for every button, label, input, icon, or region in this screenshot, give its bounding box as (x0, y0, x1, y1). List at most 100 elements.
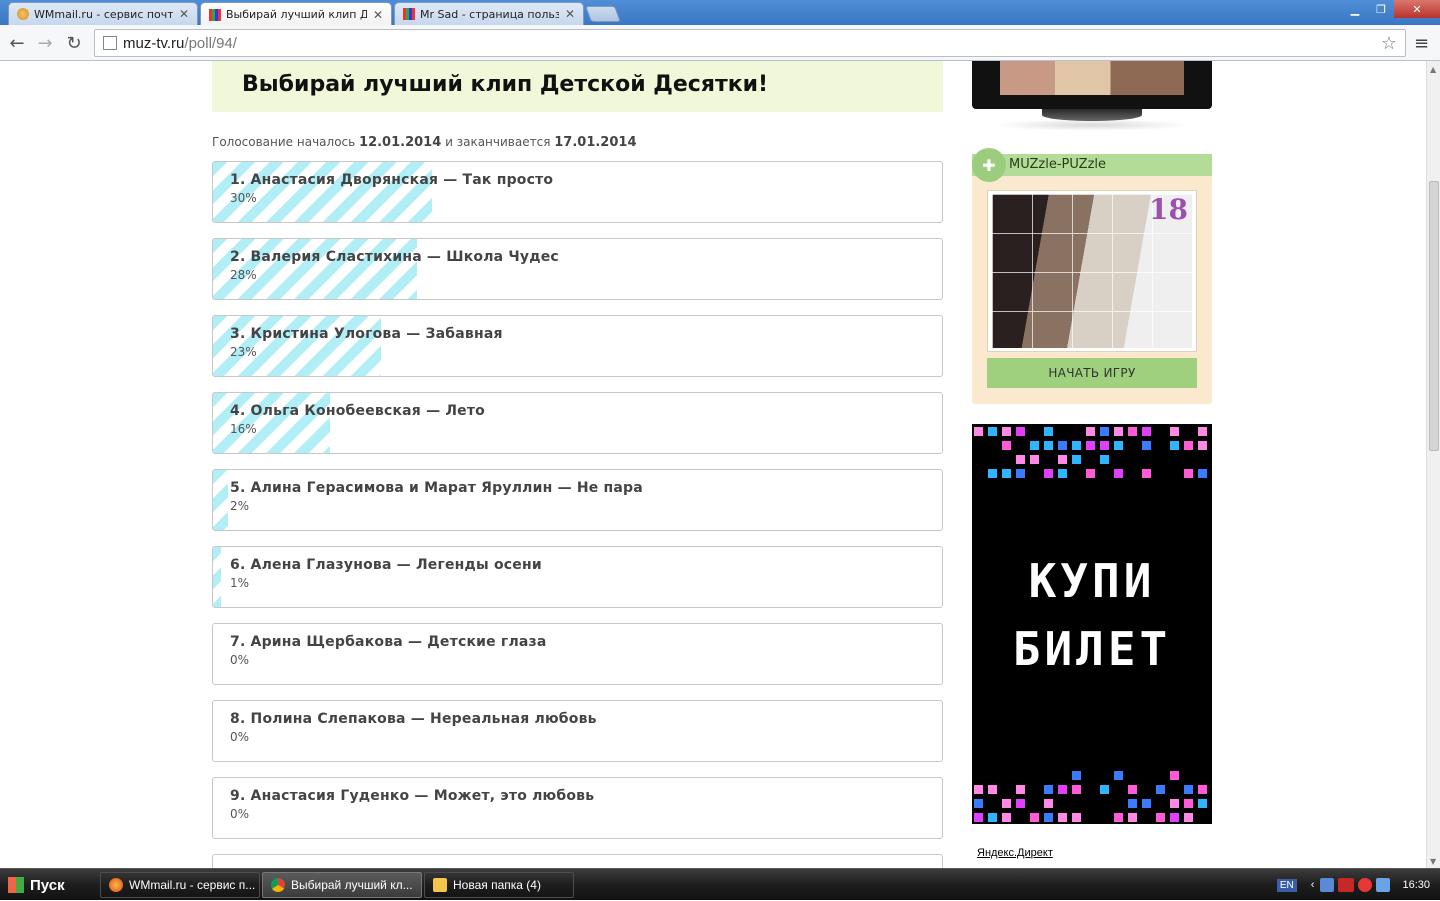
chrome-icon (271, 878, 285, 892)
back-icon[interactable]: ← (5, 31, 29, 55)
poll-option-partial[interactable] (212, 854, 943, 868)
option-percent: 28% (230, 268, 257, 282)
ad-pixel-dot (1198, 441, 1207, 450)
close-tab-icon[interactable]: ✕ (373, 8, 383, 22)
close-tab-icon[interactable]: ✕ (179, 7, 189, 21)
tab-poll[interactable]: Выбирай лучший клип Детс ✕ (200, 2, 392, 26)
ad-pixel-dot (1128, 785, 1137, 794)
ad-dots-bottom (974, 771, 1207, 822)
option-label: 5. Алина Герасимова и Марат Яруллин — Не… (230, 480, 643, 496)
vote-bar (213, 470, 228, 530)
ad-pixel-dot (1156, 813, 1165, 822)
puzzle-widget: ✚ MUZzle-PUZzle 18 НАЧАТЬ ИГРУ (972, 148, 1212, 404)
ad-pixel-dot (974, 785, 983, 794)
browser-toolbar: ← → ↻ muz-tv.ru/poll/94/ ☆ ≡ (0, 25, 1440, 61)
poll-option[interactable]: 3. Кристина Улогова — Забавная 23% (212, 315, 943, 377)
poll-option[interactable]: 8. Полина Слепакова — Нереальная любовь … (212, 700, 943, 762)
forward-icon[interactable]: → (33, 31, 57, 55)
tab-title: Mr Sad - страница пользов (420, 7, 559, 21)
poll-option[interactable]: 6. Алена Глазунова — Легенды осени 1% (212, 546, 943, 608)
minimize-icon[interactable]: ▁ (1342, 0, 1368, 18)
ad-pixel-dot (1114, 441, 1123, 450)
puzzle-piece-icon: ✚ (972, 148, 1006, 182)
close-window-icon[interactable]: ✕ (1394, 0, 1440, 18)
new-tab-button[interactable] (585, 6, 621, 22)
scroll-up-icon[interactable]: ▲ (1430, 65, 1436, 74)
taskbar-item-chrome[interactable]: Выбирай лучший кл... (262, 872, 422, 898)
ad-pixel-dot (1142, 427, 1151, 436)
ad-pixel-dot (1044, 785, 1053, 794)
firefox-icon (109, 878, 123, 892)
ad-pixel-dot (1128, 813, 1137, 822)
poll-option[interactable]: 2. Валерия Сластихина — Школа Чудес 28% (212, 238, 943, 300)
ad-pixel-dot (1142, 441, 1151, 450)
ad-pixel-dot (1072, 813, 1081, 822)
poll-option[interactable]: 4. Ольга Конобеевская — Лето 16% (212, 392, 943, 454)
reload-icon[interactable]: ↻ (62, 31, 86, 55)
network-icon[interactable] (1320, 878, 1335, 892)
option-percent: 0% (230, 730, 250, 744)
option-label: 2. Валерия Сластихина — Школа Чудес (230, 249, 559, 265)
ad-pixel-dot (1184, 441, 1193, 450)
ad-pixel-dot (1184, 799, 1193, 808)
poll-header: Выбирай лучший клип Детской Десятки! (212, 61, 943, 112)
ad-pixel-dot (1184, 469, 1193, 478)
close-tab-icon[interactable]: ✕ (565, 7, 575, 21)
ad-pixel-dot (1086, 469, 1095, 478)
tv-shadow (992, 119, 1192, 131)
poll-dates: Голосование началось 12.01.2014 и заканч… (212, 135, 637, 150)
option-label: 6. Алена Глазунова — Легенды осени (230, 557, 542, 573)
tab-mrsad[interactable]: Mr Sad - страница пользов ✕ (394, 2, 584, 25)
ad-pixel-dot (1072, 785, 1081, 794)
tray-expand-icon[interactable]: ‹ (1311, 879, 1315, 891)
end-date: 17.01.2014 (554, 135, 637, 150)
option-label: 8. Полина Слепакова — Нереальная любовь (230, 711, 597, 727)
ad-pixel-dot (1170, 813, 1179, 822)
scroll-thumb[interactable] (1429, 181, 1439, 451)
ad-pixel-dot (1016, 785, 1025, 794)
display-icon[interactable] (1376, 878, 1391, 892)
url-text: muz-tv.ru/poll/94/ (123, 34, 237, 52)
bookmark-star-icon[interactable]: ☆ (1381, 33, 1397, 54)
start-button[interactable]: Пуск (0, 871, 88, 899)
tv-banner[interactable] (972, 61, 1212, 133)
address-bar[interactable]: muz-tv.ru/poll/94/ ☆ (94, 29, 1406, 57)
start-game-button[interactable]: НАЧАТЬ ИГРУ (987, 358, 1197, 388)
option-percent: 30% (230, 191, 257, 205)
ad-pixel-dot (1058, 455, 1067, 464)
option-percent: 23% (230, 345, 257, 359)
ad-pixel-dot (1058, 441, 1067, 450)
age-rating: 18 (1149, 193, 1188, 226)
poll-option[interactable]: 1. Анастасия Дворянская — Так просто 30% (212, 161, 943, 223)
ad-pixel-dot (1198, 427, 1207, 436)
menu-icon[interactable]: ≡ (1414, 33, 1429, 54)
opera-icon[interactable] (1358, 878, 1373, 892)
vote-bar (213, 547, 221, 607)
ad-pixel-dot (1030, 441, 1039, 450)
wmmail-favicon-icon (17, 8, 29, 20)
scroll-down-icon[interactable]: ▼ (1430, 857, 1436, 866)
ad-pixel-dot (988, 469, 997, 478)
tab-wmmail[interactable]: WMmail.ru - сервис почтов ✕ (8, 2, 198, 25)
poll-option[interactable]: 5. Алина Герасимова и Марат Яруллин — Не… (212, 469, 943, 531)
option-percent: 0% (230, 807, 250, 821)
language-indicator[interactable]: EN (1276, 878, 1297, 892)
ati-icon[interactable] (1338, 878, 1355, 892)
option-percent: 0% (230, 653, 250, 667)
poll-option[interactable]: 7. Арина Щербакова — Детские глаза 0% (212, 623, 943, 685)
taskbar-item-folder[interactable]: Новая папка (4) (424, 872, 574, 898)
ad-pixel-dot (1002, 441, 1011, 450)
taskbar-item-wmmail[interactable]: WMmail.ru - сервис п... (100, 872, 260, 898)
ad-pixel-dot (1170, 441, 1179, 450)
page-viewport: Выбирай лучший клип Детской Десятки! Гол… (0, 61, 1426, 868)
maximize-icon[interactable]: ❐ (1368, 0, 1394, 18)
option-label: 1. Анастасия Дворянская — Так просто (230, 172, 554, 188)
poll-option[interactable]: 9. Анастасия Гуденко — Может, это любовь… (212, 777, 943, 839)
puzzle-image[interactable]: 18 (987, 190, 1197, 352)
ad-pixel-dot (988, 785, 997, 794)
ad-pixel-dot (1002, 427, 1011, 436)
tv-screen (972, 61, 1212, 109)
vertical-scrollbar[interactable]: ▲ ▼ (1426, 61, 1440, 868)
ticket-ad-banner[interactable]: КУПИ БИЛЕТ (972, 424, 1212, 824)
yandex-direct-link[interactable]: Яндекс.Директ (977, 847, 1053, 859)
